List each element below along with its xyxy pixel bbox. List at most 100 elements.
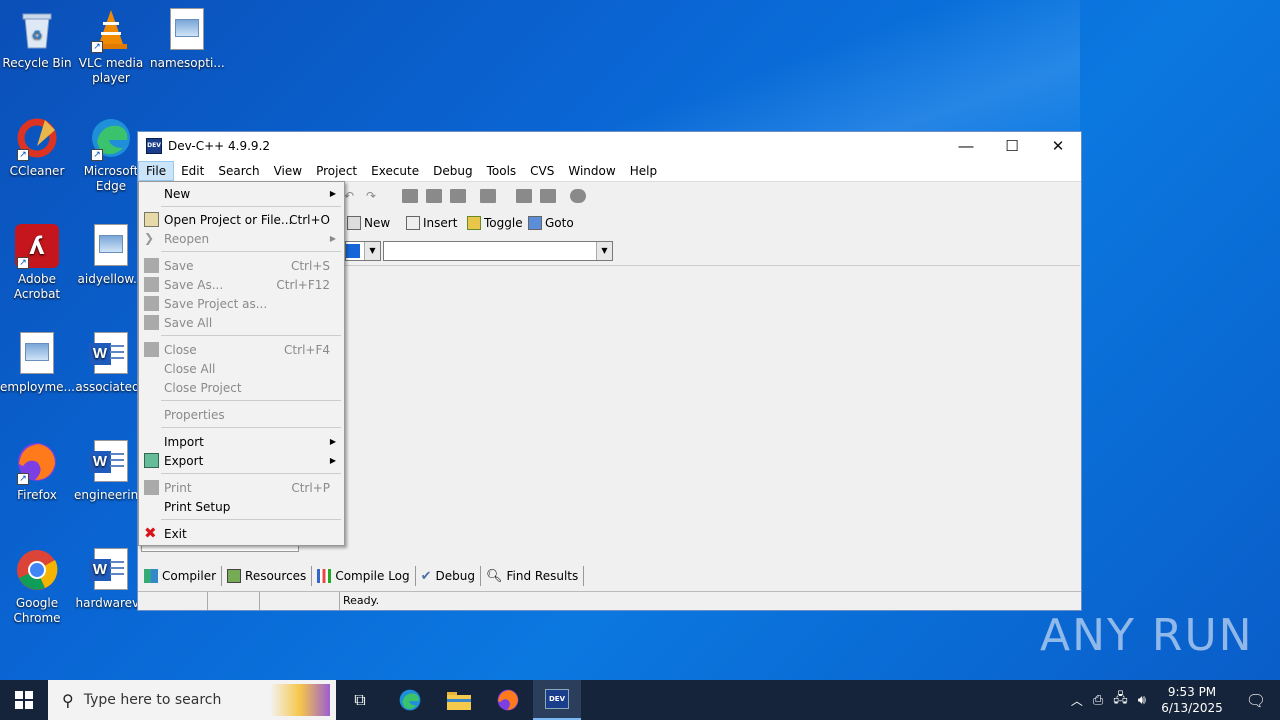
menu-tools[interactable]: Tools — [480, 161, 524, 181]
taskbar-file-explorer[interactable] — [435, 680, 483, 720]
device-icon[interactable]: ⎙ — [1093, 693, 1103, 708]
desktop-icon-adobe-acrobat[interactable]: ʎ ↗ Adobe Acrobat — [0, 224, 74, 302]
volume-icon[interactable]: 🔊︎ — [1138, 693, 1146, 708]
status-bar: Ready. — [138, 591, 1081, 610]
insert-icon — [406, 216, 420, 230]
menu-item-save-as[interactable]: Save As... Ctrl+F12 — [141, 275, 342, 294]
tab-find-results[interactable]: 🔍︎ Find Results — [481, 566, 585, 586]
desktop-icon-label: Adobe Acrobat — [13, 272, 61, 301]
menu-item-reopen[interactable]: ❯ Reopen ▶ — [141, 229, 342, 248]
svg-text:♻: ♻ — [32, 28, 43, 42]
insert-button[interactable]: Insert — [406, 213, 457, 233]
compile-run-icon[interactable] — [450, 186, 466, 206]
status-text: Ready. — [343, 594, 380, 607]
image-file-icon — [15, 332, 59, 376]
menu-item-save-project-as[interactable]: Save Project as... — [141, 294, 342, 313]
menu-item-export[interactable]: Export ▶ — [141, 451, 342, 470]
menu-debug[interactable]: Debug — [426, 161, 479, 181]
shortcut-arrow-icon: ↗ — [17, 149, 29, 161]
menu-item-save[interactable]: Save Ctrl+S — [141, 256, 342, 275]
desktop-icon-label: Google Chrome — [13, 596, 61, 625]
debug-stop-icon[interactable] — [570, 186, 586, 206]
menu-item-close-project[interactable]: Close Project — [141, 378, 342, 397]
image-file-icon — [165, 8, 209, 52]
bottom-tabs: Compiler Resources Compile Log ✔ Debug 🔍︎… — [139, 565, 585, 587]
redo-icon[interactable]: ↷ — [366, 186, 376, 206]
taskbar-firefox[interactable] — [484, 680, 532, 720]
tab-compiler[interactable]: Compiler — [139, 566, 223, 586]
menu-item-properties[interactable]: Properties — [141, 405, 342, 424]
minimize-button[interactable]: ― — [943, 132, 989, 160]
chart-icon — [317, 569, 332, 583]
menu-item-save-all[interactable]: Save All — [141, 313, 342, 332]
tab-debug[interactable]: ✔ Debug — [416, 566, 482, 586]
menu-item-print-setup[interactable]: Print Setup — [141, 497, 342, 516]
save-project-icon — [144, 296, 159, 311]
desktop-icon-google-chrome[interactable]: Google Chrome — [0, 548, 74, 626]
menu-item-print[interactable]: Print Ctrl+P — [141, 478, 342, 497]
class-combo[interactable]: ▼ — [345, 241, 381, 261]
desktop-icon-ccleaner[interactable]: ↗ CCleaner — [0, 116, 74, 179]
compile-icon[interactable] — [402, 186, 418, 206]
taskbar-search-box[interactable]: ⚲ Type here to search — [48, 680, 336, 720]
menu-edit[interactable]: Edit — [174, 161, 211, 181]
menu-item-close[interactable]: Close Ctrl+F4 — [141, 340, 342, 359]
run-icon[interactable] — [426, 186, 442, 206]
desktop-icon-label: aidyellow... — [77, 272, 145, 286]
tab-compile-log[interactable]: Compile Log — [312, 566, 416, 586]
folder-icon — [447, 692, 471, 710]
network-icon[interactable]: 🖧︎ — [1113, 689, 1128, 711]
desktop-icon-firefox[interactable]: ↗ Firefox — [0, 440, 74, 503]
menu-item-exit[interactable]: ✖ Exit — [141, 524, 342, 543]
indent-icon[interactable] — [516, 186, 532, 206]
recycle-bin-icon: ♻ — [15, 8, 59, 52]
rebuild-icon[interactable] — [480, 186, 496, 206]
save-icon — [144, 258, 159, 273]
menu-item-open-project-or-file[interactable]: Open Project or File... Ctrl+O — [141, 210, 342, 229]
chevron-up-icon[interactable]: ︿ — [1071, 692, 1083, 709]
close-button[interactable]: ✕ — [1035, 132, 1081, 160]
bookmark-goto-icon — [528, 216, 542, 230]
desktop-icon-label: employme... — [0, 380, 75, 394]
clock[interactable]: 9:53 PM 6/13/2025 — [1152, 684, 1232, 716]
submenu-arrow-icon: ▶ — [329, 437, 336, 446]
member-combo[interactable]: ▼ — [383, 241, 613, 261]
desktop-icon-employme[interactable]: employme... — [0, 332, 75, 395]
desktop-icon-vlc[interactable]: ↗ VLC media player — [74, 8, 148, 86]
menu-view[interactable]: View — [267, 161, 309, 181]
desktop-icon-namesopti[interactable]: namesopti... — [150, 8, 225, 71]
taskbar-edge[interactable] — [386, 680, 434, 720]
edge-icon: ↗ — [89, 116, 133, 161]
menu-separator — [161, 427, 341, 428]
menu-item-import[interactable]: Import ▶ — [141, 432, 342, 451]
menu-project[interactable]: Project — [309, 161, 364, 181]
toggle-bookmark-button[interactable]: Toggle — [467, 213, 523, 233]
menu-cvs[interactable]: CVS — [523, 161, 561, 181]
submenu-arrow-icon: ▶ — [329, 189, 336, 198]
notification-icon[interactable]: 🗨︎ — [1232, 691, 1280, 710]
task-view-button[interactable]: ⧉ — [336, 680, 384, 720]
menu-item-close-all[interactable]: Close All — [141, 359, 342, 378]
word-document-icon: W — [89, 332, 133, 376]
taskbar-devcpp[interactable]: DEV — [533, 680, 581, 720]
window-titlebar[interactable]: DEV Dev-C++ 4.9.9.2 ― ☐ ✕ — [138, 132, 1081, 160]
new-class-button[interactable]: New — [347, 213, 390, 233]
desktop-icon-recycle-bin[interactable]: ♻ Recycle Bin — [0, 8, 74, 71]
undo-icon[interactable]: ↶ — [344, 186, 354, 206]
menu-search[interactable]: Search — [211, 161, 266, 181]
anyrun-watermark: ANY RUN — [1040, 610, 1254, 661]
menu-item-new[interactable]: New ▶ — [141, 184, 342, 203]
menu-execute[interactable]: Execute — [364, 161, 426, 181]
task-view-icon: ⧉ — [354, 690, 366, 709]
print-icon — [144, 480, 159, 495]
clock-time: 9:53 PM — [1167, 685, 1217, 699]
tab-resources[interactable]: Resources — [222, 566, 313, 586]
goto-bookmark-button[interactable]: Goto — [528, 213, 574, 233]
start-button[interactable] — [0, 680, 48, 720]
menu-file[interactable]: File — [138, 160, 175, 181]
menu-window[interactable]: Window — [561, 161, 622, 181]
maximize-button[interactable]: ☐ — [989, 132, 1035, 160]
menu-help[interactable]: Help — [623, 161, 664, 181]
unindent-icon[interactable] — [540, 186, 556, 206]
magnifier-icon: 🔍︎ — [486, 568, 503, 584]
